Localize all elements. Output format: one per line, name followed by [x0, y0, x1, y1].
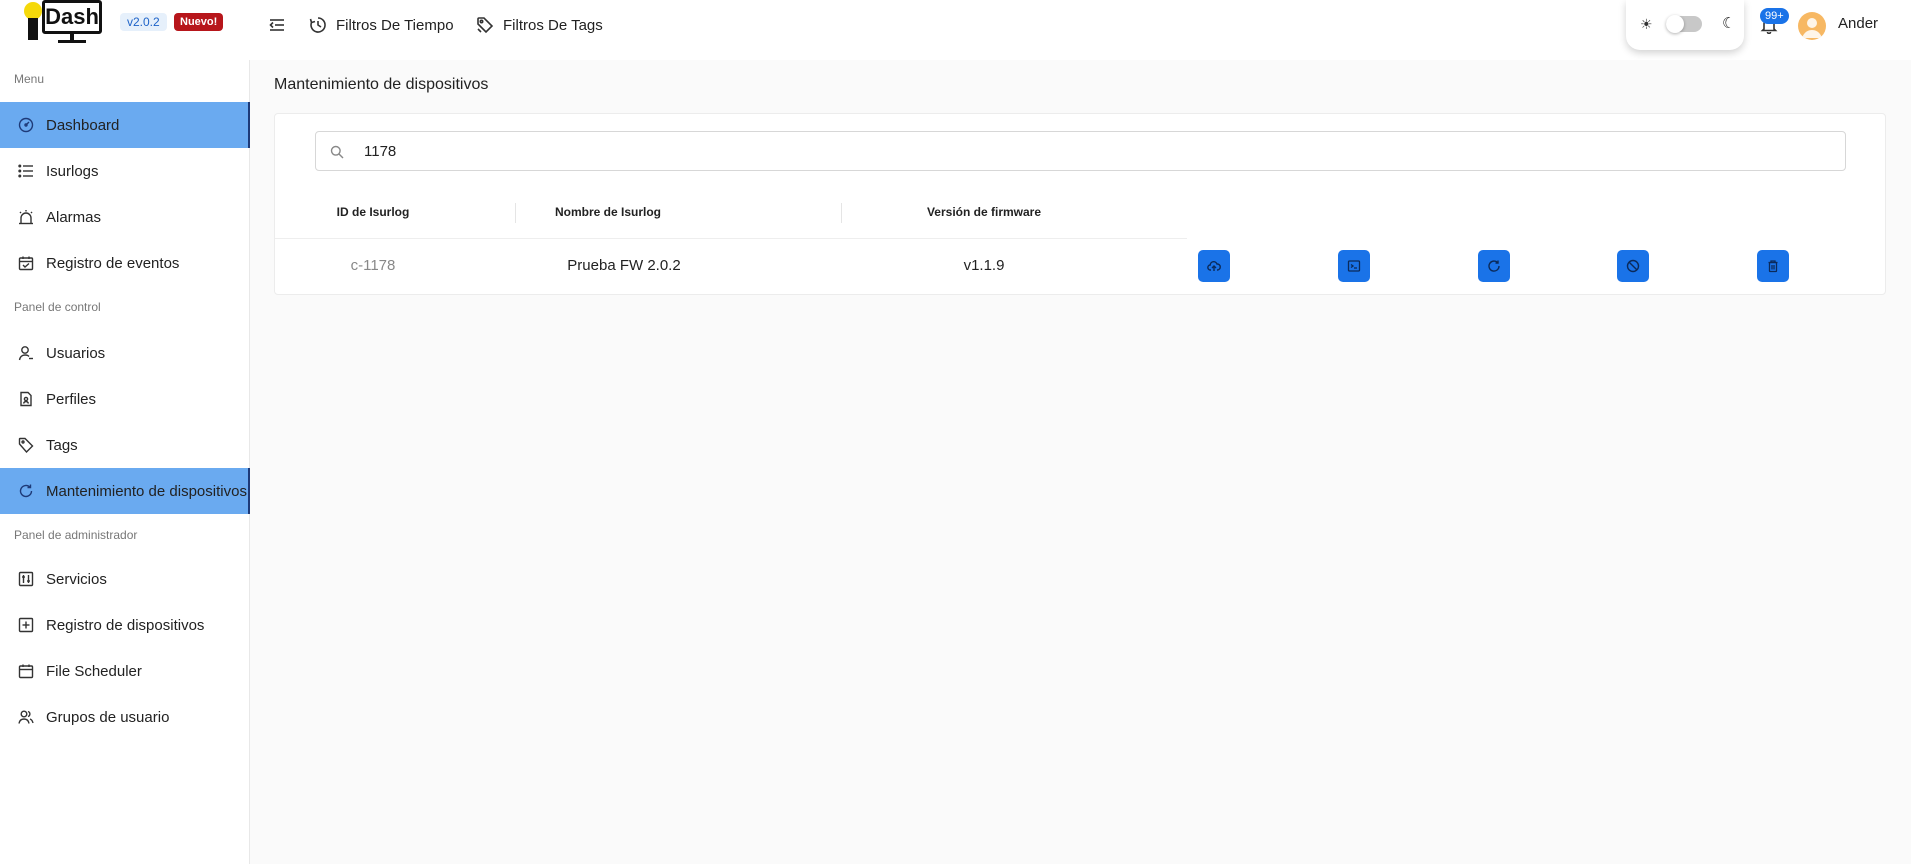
search-box	[315, 131, 1846, 171]
moon-icon: ☾	[1722, 15, 1736, 32]
sidebar-section-control-panel: Panel de control	[14, 300, 101, 314]
column-header-id[interactable]: ID de Isurlog	[295, 205, 451, 219]
sidebar-item-label: Mantenimiento de dispositivos	[46, 482, 247, 500]
sidebar-item-registro-eventos[interactable]: Registro de eventos	[0, 240, 250, 286]
devices-card: ID de Isurlog Nombre de Isurlog Versión …	[274, 113, 1886, 295]
new-badge: Nuevo!	[174, 13, 224, 31]
upload-cloud-icon	[1207, 260, 1221, 271]
sidebar-item-label: Grupos de usuario	[46, 708, 170, 726]
cell-id: c-1178	[350, 257, 396, 274]
sidebar: Menu Dashboard Isurlogs Alarmas Registro…	[0, 60, 250, 864]
sun-icon: ☀	[1640, 16, 1653, 32]
column-header-firmware[interactable]: Versión de firmware	[841, 205, 1127, 219]
delete-button[interactable]	[1757, 250, 1789, 282]
app-logo[interactable]: Dash	[24, 0, 104, 46]
table-header-divider	[275, 238, 1187, 239]
search-input[interactable]	[364, 132, 1824, 170]
logo-foot	[58, 40, 86, 43]
sidebar-item-label: File Scheduler	[46, 662, 142, 680]
sidebar-item-dashboard[interactable]: Dashboard	[0, 102, 250, 148]
sidebar-item-tags[interactable]: Tags	[0, 422, 250, 468]
toggle-knob	[1666, 15, 1684, 33]
logo-stem	[28, 18, 38, 40]
page-title: Mantenimiento de dispositivos	[274, 76, 489, 93]
sidebar-item-label: Perfiles	[46, 390, 97, 408]
sidebar-section-admin-panel: Panel de administrador	[14, 528, 138, 542]
notifications-badge: 99+	[1760, 8, 1789, 24]
upload-firmware-button[interactable]	[1198, 250, 1230, 282]
disable-button[interactable]	[1617, 250, 1649, 282]
column-header-name[interactable]: Nombre de Isurlog	[515, 205, 701, 219]
sidebar-item-label: Isurlogs	[46, 162, 99, 180]
block-icon	[1626, 259, 1640, 273]
sidebar-section-menu: Menu	[14, 72, 45, 86]
refresh-icon	[19, 484, 33, 498]
trash-icon	[1768, 260, 1778, 273]
sliders-icon	[18, 571, 34, 587]
user-name[interactable]: Ander	[1838, 15, 1878, 32]
sidebar-toggle-icon[interactable]	[268, 16, 286, 34]
list-icon	[18, 164, 33, 178]
sidebar-item-file-scheduler[interactable]: File Scheduler	[0, 648, 250, 694]
sidebar-item-perfiles[interactable]: Perfiles	[0, 376, 250, 422]
search-icon	[330, 145, 344, 159]
plus-square-icon	[18, 617, 34, 633]
sidebar-item-label: Registro de dispositivos	[46, 616, 205, 634]
tags-icon	[477, 17, 494, 34]
nav-tag-filters[interactable]: Filtros De Tags	[475, 14, 603, 36]
alarm-icon	[19, 210, 33, 225]
speedometer-icon	[18, 117, 34, 133]
sidebar-item-label: Servicios	[46, 570, 107, 588]
profile-document-icon	[20, 391, 32, 407]
logo-text: Dash	[42, 0, 102, 34]
calendar-events-icon	[18, 256, 34, 271]
tag-icon	[18, 437, 34, 453]
refresh-icon	[1488, 260, 1500, 272]
user-icon	[18, 346, 33, 361]
sidebar-item-usuarios[interactable]: Usuarios	[0, 330, 250, 376]
version-badge: v2.0.2	[120, 13, 167, 31]
sidebar-item-servicios[interactable]: Servicios	[0, 556, 250, 602]
sidebar-item-mantenimiento[interactable]: Mantenimiento de dispositivos	[0, 468, 250, 514]
clock-history-icon	[309, 17, 326, 33]
nav-time-filters-label: Filtros De Tiempo	[336, 16, 454, 34]
sidebar-item-label: Registro de eventos	[46, 254, 180, 272]
nav-time-filters[interactable]: Filtros De Tiempo	[308, 14, 454, 36]
sidebar-item-label: Dashboard	[46, 116, 120, 134]
sidebar-item-label: Tags	[46, 436, 78, 454]
sidebar-item-grupos-usuario[interactable]: Grupos de usuario	[0, 694, 250, 740]
cell-firmware: v1.1.9	[963, 257, 1005, 274]
users-group-icon	[18, 710, 34, 724]
calendar-icon	[18, 664, 34, 679]
nav-tag-filters-label: Filtros De Tags	[503, 16, 603, 34]
top-header: Dash v2.0.2 Nuevo! Filtros De Tiempo Fil…	[0, 0, 1911, 60]
terminal-button[interactable]	[1338, 250, 1370, 282]
cell-name: Prueba FW 2.0.2	[567, 257, 681, 274]
theme-toggle[interactable]	[1666, 15, 1702, 33]
sidebar-item-label: Alarmas	[46, 208, 102, 226]
terminal-icon	[1347, 260, 1361, 272]
sidebar-item-registro-dispositivos[interactable]: Registro de dispositivos	[0, 602, 250, 648]
sidebar-item-isurlogs[interactable]: Isurlogs	[0, 148, 250, 194]
restart-button[interactable]	[1478, 250, 1510, 282]
sidebar-item-alarmas[interactable]: Alarmas	[0, 194, 250, 240]
avatar[interactable]	[1798, 12, 1826, 40]
sidebar-item-label: Usuarios	[46, 344, 106, 362]
theme-switcher: ☀ ☾	[1626, 0, 1744, 50]
